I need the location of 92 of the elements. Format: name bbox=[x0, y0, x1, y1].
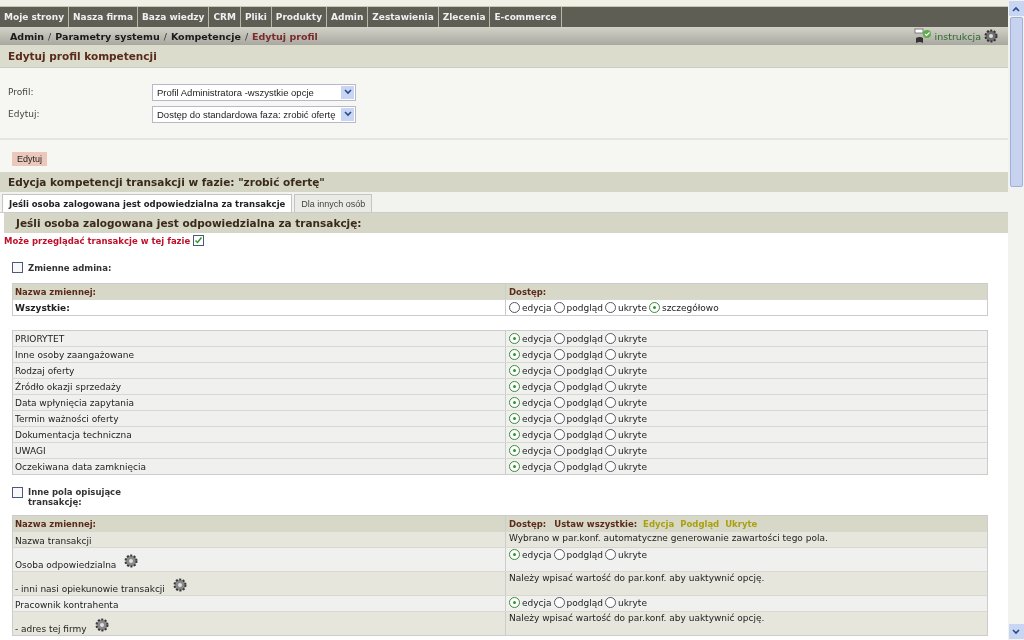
breadcrumb-link[interactable]: Admin bbox=[10, 30, 45, 42]
gear-icon[interactable] bbox=[984, 28, 998, 44]
table-cell: Osoba odpowiedzialna bbox=[15, 560, 117, 570]
scrollbar-thumb[interactable] bbox=[1009, 17, 1023, 187]
radio-option[interactable]: edycja bbox=[509, 461, 552, 472]
page-title: Edytuj profil kompetencji bbox=[8, 50, 157, 62]
gear-icon[interactable] bbox=[94, 616, 109, 634]
gear-icon[interactable] bbox=[172, 576, 187, 594]
info-note: Wybrano w par.konf. automatyczne generowanie zawartości tego pola. bbox=[509, 533, 828, 543]
radio-option[interactable]: podgląd bbox=[553, 365, 603, 376]
radio-option[interactable]: podgląd bbox=[553, 349, 603, 360]
radio-option[interactable]: podgląd bbox=[553, 429, 603, 440]
radio-option[interactable]: podgląd bbox=[553, 445, 603, 456]
checkbox[interactable] bbox=[193, 235, 205, 246]
radio-option[interactable]: edycja bbox=[509, 365, 552, 376]
column-header: Dostęp: bbox=[509, 518, 547, 529]
radio-option[interactable]: podgląd bbox=[553, 333, 603, 344]
table-cell: Inne osoby zaangażowane bbox=[15, 349, 135, 360]
radio-option[interactable]: edycja bbox=[509, 302, 552, 313]
table-cell: Data wpłynięcia zapytania bbox=[15, 397, 134, 408]
checkbox-label: Zmienne admina: bbox=[28, 262, 112, 273]
table-cell: - inni nasi opiekunowie transakcji bbox=[15, 584, 165, 594]
radio-option[interactable]: edycja bbox=[509, 349, 552, 360]
breadcrumb-separator: / bbox=[244, 30, 249, 42]
subsection-title: Jeśli osoba zalogowana jest odpowiedzialna za transakcję: bbox=[16, 217, 362, 229]
column-header: Nazwa zmiennej: bbox=[15, 286, 96, 297]
breadcrumb-link[interactable]: Parametry systemu bbox=[55, 30, 160, 42]
radio-option[interactable]: ukryte bbox=[604, 597, 647, 608]
set-all-label: Ustaw wszystkie: bbox=[554, 518, 638, 529]
table-cell: PRIORYTET bbox=[15, 333, 65, 344]
radio-option[interactable]: ukryte bbox=[604, 365, 647, 376]
section-title: Edycja kompetencji transakcji w fazie: "zrobić ofertę" bbox=[8, 176, 325, 188]
table-cell: Źródło okazji sprzedaży bbox=[15, 381, 122, 392]
scroll-down-icon[interactable] bbox=[1008, 624, 1024, 639]
radio-option[interactable]: edycja bbox=[509, 429, 552, 440]
radio-option[interactable]: ukryte bbox=[604, 445, 647, 456]
dropdown[interactable]: Dostęp do standardowa faza: zrobić ofertę bbox=[152, 105, 356, 123]
radio-option[interactable]: ukryte bbox=[604, 381, 647, 392]
radio-option[interactable]: ukryte bbox=[604, 429, 647, 440]
table-cell: Wszystkie: bbox=[15, 302, 70, 313]
vertical-scrollbar[interactable] bbox=[1008, 0, 1024, 640]
radio-option[interactable]: podgląd bbox=[553, 549, 603, 560]
edit-button[interactable]: Edytuj bbox=[12, 152, 47, 166]
radio-option[interactable]: edycja bbox=[509, 381, 552, 392]
table-cell: Nazwa transakcji bbox=[15, 536, 92, 546]
radio-option[interactable]: podgląd bbox=[553, 597, 603, 608]
radio-option[interactable]: ukryte bbox=[604, 549, 647, 560]
radio-option[interactable]: podgląd bbox=[553, 381, 603, 392]
radio-option[interactable]: podgląd bbox=[553, 397, 603, 408]
table-cell: Oczekiwana data zamknięcia bbox=[15, 461, 147, 472]
table-cell: Termin ważności oferty bbox=[15, 413, 119, 424]
radio-option[interactable]: edycja bbox=[509, 445, 552, 456]
radio-option[interactable]: edycja bbox=[509, 413, 552, 424]
radio-option[interactable]: podgląd bbox=[553, 413, 603, 424]
column-header: Dostęp: bbox=[509, 286, 547, 297]
info-note: Należy wpisać wartość do par.konf. aby uaktywnić opcję. bbox=[509, 573, 765, 583]
dropdown[interactable]: Profil Administratora -wszystkie opcje bbox=[152, 83, 356, 101]
info-note: Należy wpisać wartość do par.konf. aby uaktywnić opcję. bbox=[509, 613, 765, 623]
radio-option[interactable]: edycja bbox=[509, 397, 552, 408]
radio-option[interactable]: podgląd bbox=[553, 302, 603, 313]
radio-option[interactable]: edycja bbox=[509, 333, 552, 344]
radio-option[interactable]: ukryte bbox=[604, 413, 647, 424]
table-cell: Dokumentacja techniczna bbox=[15, 429, 132, 440]
table-cell: - adres tej firmy bbox=[15, 624, 87, 634]
column-header: Nazwa zmiennej: bbox=[15, 518, 96, 529]
table-cell: Pracownik kontrahenta bbox=[15, 600, 119, 610]
radio-option[interactable]: ukryte bbox=[604, 302, 647, 313]
table-cell: Rodzaj oferty bbox=[15, 365, 75, 376]
field-label: Edytuj: bbox=[8, 109, 41, 119]
checkbox[interactable] bbox=[12, 262, 23, 273]
radio-option[interactable]: ukryte bbox=[604, 349, 647, 360]
radio-option[interactable]: ukryte bbox=[604, 461, 647, 472]
table-cell: UWAGI bbox=[15, 445, 46, 456]
radio-option[interactable]: ukryte bbox=[604, 333, 647, 344]
scroll-up-icon[interactable] bbox=[1008, 1, 1024, 16]
tab[interactable]: Dla innych osób bbox=[294, 194, 373, 212]
help-link[interactable]: instrukcja bbox=[934, 30, 981, 42]
breadcrumb-separator: / bbox=[48, 30, 52, 42]
permission-label: Może przeglądać transakcje w tej fazie bbox=[4, 235, 191, 246]
radio-option[interactable]: edycja bbox=[509, 549, 552, 560]
checkbox-label: Inne pola opisujące transakcję: bbox=[28, 487, 122, 507]
breadcrumb-separator: / bbox=[163, 30, 167, 42]
radio-option[interactable]: edycja bbox=[509, 597, 552, 608]
gear-icon[interactable] bbox=[124, 552, 139, 570]
breadcrumb-link[interactable]: Kompetencje bbox=[170, 30, 241, 42]
checkbox[interactable] bbox=[12, 487, 23, 498]
radio-option[interactable]: podgląd bbox=[553, 461, 603, 472]
field-label: Profil: bbox=[8, 87, 35, 97]
radio-option[interactable]: ukryte bbox=[604, 397, 647, 408]
radio-option[interactable]: szczegółowo bbox=[648, 302, 719, 313]
breadcrumb-link[interactable]: Edytuj profil bbox=[252, 30, 318, 42]
tab[interactable]: Jeśli osoba zalogowana jest odpowiedzialna za transakcje bbox=[2, 194, 293, 212]
